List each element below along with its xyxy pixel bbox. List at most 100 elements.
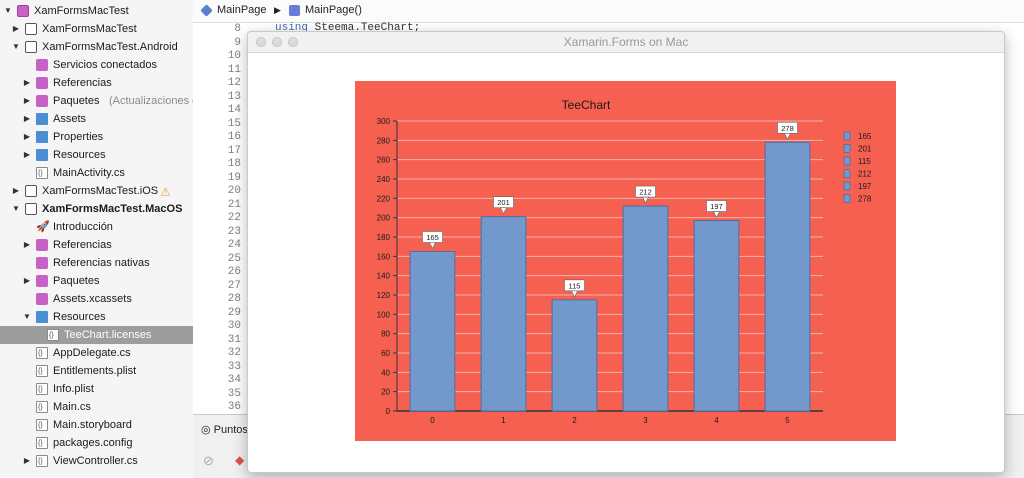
sidebar-item[interactable]: ▶ Referencias — [0, 236, 193, 254]
y-tick-label: 300 — [377, 117, 391, 126]
sidebar-item[interactable]: 🚀 Introducción — [0, 218, 193, 236]
y-tick-label: 280 — [377, 136, 391, 145]
sidebar-item[interactable]: Servicios conectados — [0, 56, 193, 74]
sidebar-item-label: ViewController.cs — [53, 455, 138, 467]
sidebar-item-label: Main.storyboard — [53, 419, 132, 431]
sidebar-item-label: XamFormsMacTest.Android — [42, 41, 178, 53]
sidebar-item[interactable]: ▶ Assets — [0, 110, 193, 128]
disclosure-closed-icon[interactable]: ▶ — [11, 182, 21, 200]
plist-file-icon — [36, 381, 48, 399]
sidebar-item-label: Referencias nativas — [53, 257, 150, 269]
eraser-icon[interactable]: ◆ — [235, 453, 244, 467]
line-number: 26 — [227, 266, 241, 278]
line-number: 24 — [227, 239, 241, 251]
line-number: 28 — [227, 293, 241, 305]
line-number: 18 — [227, 158, 241, 170]
legend-swatch — [843, 181, 851, 191]
sidebar-item[interactable]: packages.config — [0, 434, 193, 453]
line-number: 30 — [227, 320, 241, 332]
sidebar-item[interactable]: ▶ XamFormsMacTest — [0, 20, 193, 38]
legend-entry: 165 — [858, 132, 872, 141]
sidebar-item[interactable]: Referencias nativas — [0, 254, 193, 272]
disclosure-closed-icon[interactable]: ▶ — [22, 272, 32, 290]
disclosure-closed-icon[interactable]: ▶ — [22, 74, 32, 92]
line-number: 9 — [234, 36, 241, 49]
breadcrumb: MainPage ▶ MainPage() — [193, 0, 1024, 23]
y-tick-label: 160 — [377, 252, 391, 261]
disclosure-open-icon[interactable]: ▼ — [11, 200, 21, 218]
disclosure-closed-icon[interactable]: ▶ — [22, 146, 32, 164]
legend-swatch — [843, 169, 851, 178]
breadcrumb-item-class[interactable]: MainPage — [217, 4, 267, 16]
line-number: 27 — [227, 279, 241, 292]
disclosure-closed-icon[interactable]: ▶ — [22, 128, 32, 146]
storyboard-file-icon — [36, 417, 48, 435]
sidebar-item[interactable]: ▶ ViewController.cs — [0, 452, 193, 471]
references-icon — [36, 77, 48, 89]
sidebar-item[interactable]: Entitlements.plist — [0, 362, 193, 381]
line-number: 36 — [227, 401, 241, 413]
references-icon — [36, 239, 48, 251]
bar — [622, 205, 669, 412]
sidebar-item[interactable]: TeeChart.licenses — [0, 326, 193, 345]
sidebar-item-label: Servicios conectados — [53, 59, 157, 71]
sidebar-item[interactable]: ▶ Resources — [0, 146, 193, 164]
disclosure-closed-icon[interactable]: ▶ — [22, 110, 32, 128]
method-icon — [289, 5, 300, 16]
disclosure-closed-icon[interactable]: ▶ — [11, 20, 21, 38]
sidebar-item[interactable]: ▶ XamFormsMacTest.iOS ⚠ — [0, 182, 193, 200]
line-number: 11 — [227, 63, 241, 76]
line-number: 33 — [227, 360, 241, 373]
folder-icon — [36, 113, 48, 125]
line-number: 16 — [227, 131, 241, 143]
sidebar-item[interactable]: Assets.xcassets — [0, 290, 193, 308]
y-tick-label: 20 — [381, 388, 390, 397]
sidebar-item-label: XamFormsMacTest — [34, 5, 129, 17]
sidebar-item[interactable]: MainActivity.cs — [0, 164, 193, 183]
folder-icon — [36, 311, 48, 323]
sidebar-item-label: XamFormsMacTest — [42, 23, 137, 35]
disclosure-closed-icon[interactable]: ▶ — [22, 452, 32, 470]
disclosure-open-icon[interactable]: ▼ — [11, 38, 21, 56]
sidebar-item[interactable]: ▶ Paquetes — [0, 272, 193, 290]
sidebar-item[interactable]: ▶ Paquetes (Actualizaciones de 1) — [0, 92, 193, 110]
clear-icon[interactable]: ⊘ — [203, 453, 214, 469]
project-icon — [25, 41, 37, 53]
sidebar-item[interactable]: ▶ Referencias — [0, 74, 193, 92]
csharp-file-icon — [36, 399, 48, 417]
bar — [693, 220, 740, 412]
legend-entry: 115 — [858, 157, 871, 166]
sidebar-item[interactable]: ▶ Properties — [0, 128, 193, 146]
x-tick-label: 3 — [643, 416, 648, 425]
legend-entry: 278 — [858, 195, 872, 204]
disclosure-open-icon[interactable]: ▼ — [22, 308, 32, 326]
x-tick-label: 5 — [785, 416, 790, 425]
sidebar-item[interactable]: ▼ XamFormsMacTest.Android — [0, 38, 193, 56]
sidebar-item[interactable]: Main.storyboard — [0, 416, 193, 435]
disclosure-open-icon[interactable]: ▼ — [3, 2, 13, 20]
line-number: 8 — [234, 23, 241, 35]
line-number: 22 — [227, 212, 241, 224]
sidebar-item[interactable]: ▼ XamFormsMacTest.MacOS — [0, 200, 193, 218]
sidebar-item[interactable]: AppDelegate.cs — [0, 344, 193, 363]
y-tick-label: 60 — [381, 349, 390, 358]
disclosure-closed-icon[interactable]: ▶ — [22, 92, 32, 110]
file-icon — [47, 327, 59, 345]
sidebar-item[interactable]: ▼ XamFormsMacTest — [0, 2, 193, 20]
breadcrumb-item-method[interactable]: MainPage() — [305, 4, 362, 16]
legend-swatch — [843, 156, 851, 166]
sidebar-item-label: Introducción — [53, 221, 113, 233]
assets-icon — [36, 293, 48, 305]
disclosure-closed-icon[interactable]: ▶ — [22, 236, 32, 254]
tab-puntos[interactable]: ◎ Puntos — [201, 423, 248, 436]
sidebar-item-label: Resources — [53, 149, 106, 161]
line-number: 31 — [227, 333, 241, 346]
legend-swatch — [843, 131, 851, 141]
sidebar-item[interactable]: Main.cs — [0, 398, 193, 417]
y-tick-label: 260 — [377, 156, 391, 165]
sidebar-item[interactable]: ▼ Resources — [0, 308, 193, 326]
sidebar-item-label: Main.cs — [53, 401, 91, 413]
sidebar-item[interactable]: Info.plist — [0, 380, 193, 399]
csharp-file-icon — [36, 345, 48, 363]
sidebar-item-label: Info.plist — [53, 383, 94, 395]
